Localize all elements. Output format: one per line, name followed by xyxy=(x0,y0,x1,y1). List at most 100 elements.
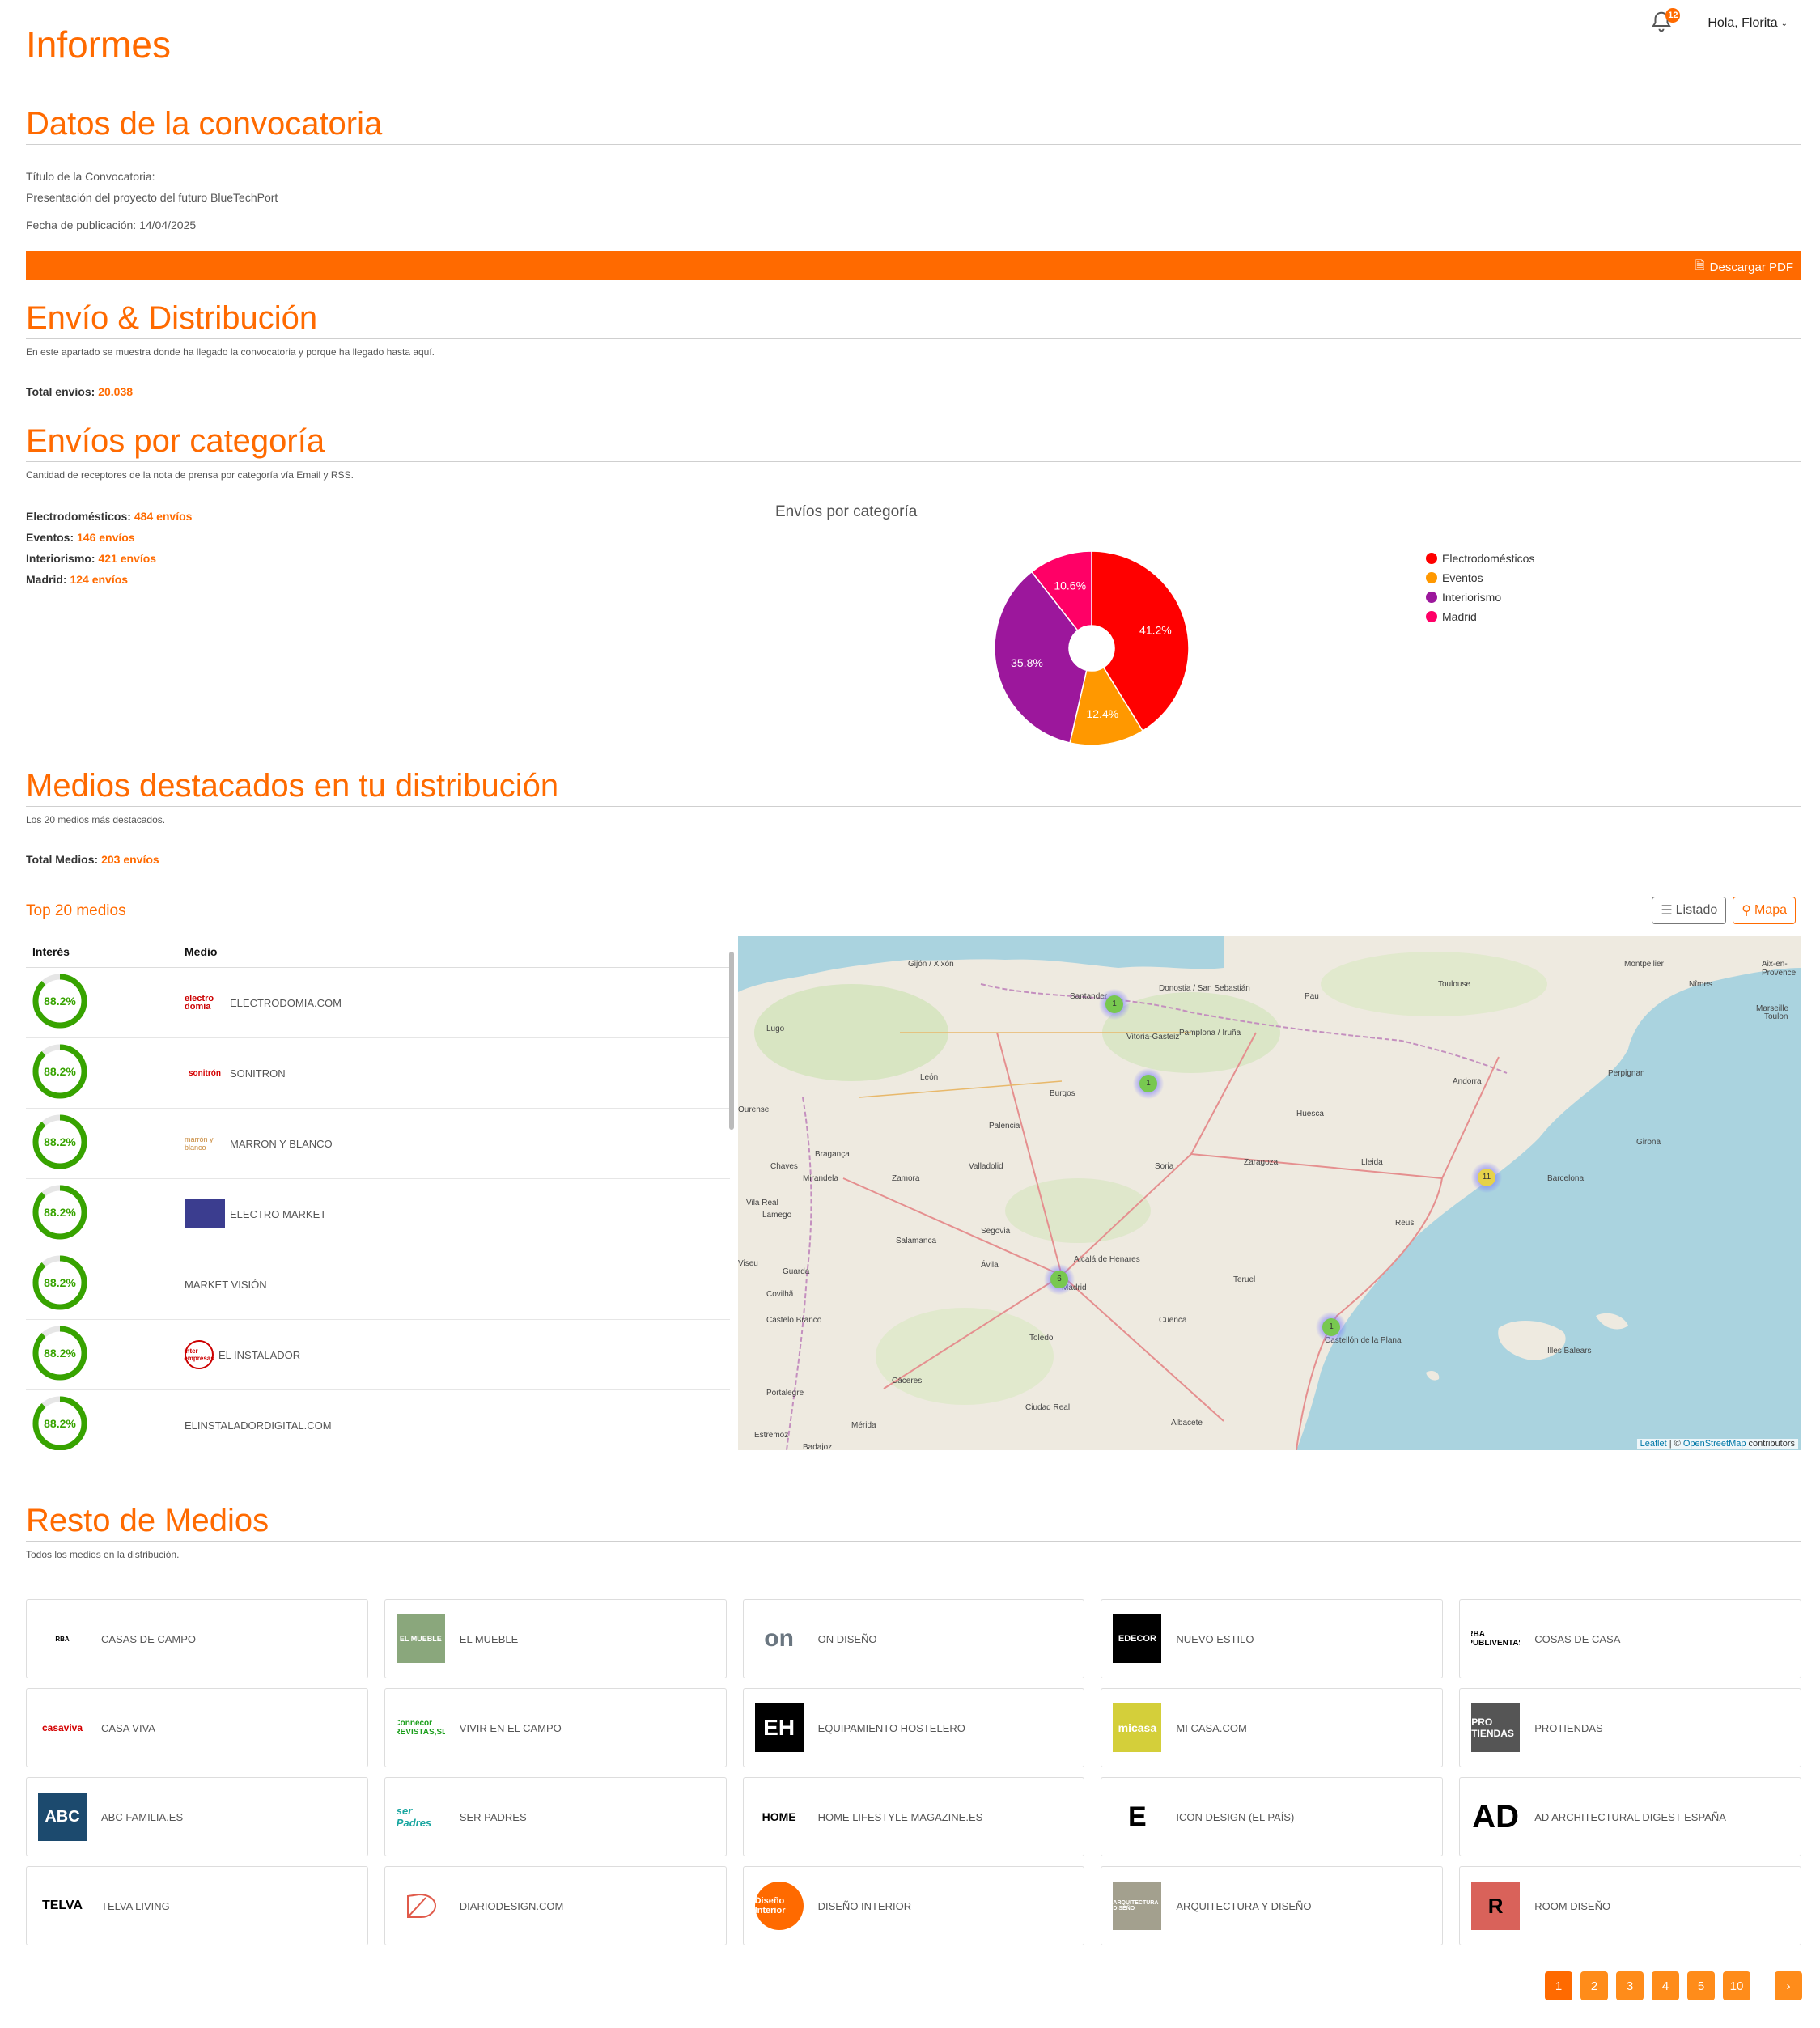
page-button[interactable]: 5 xyxy=(1687,1971,1715,2000)
media-card[interactable]: ser Padres SER PADRES xyxy=(384,1777,727,1856)
map-city-label: Albacete xyxy=(1171,1419,1203,1428)
map-cluster-marker[interactable]: 1 xyxy=(1316,1312,1347,1343)
map-cluster-marker[interactable]: 6 xyxy=(1044,1264,1075,1295)
media-card[interactable]: casaviva CASA VIVA xyxy=(26,1688,368,1767)
media-card[interactable]: AD AD ARCHITECTURAL DIGEST ESPAÑA xyxy=(1459,1777,1801,1856)
media-card[interactable]: EH EQUIPAMIENTO HOSTELERO xyxy=(742,1688,1085,1767)
media-card[interactable]: ABC ABC FAMILIA.ES xyxy=(26,1777,368,1856)
legend-item[interactable]: Madrid xyxy=(1426,607,1534,626)
page-button[interactable]: 10 xyxy=(1723,1971,1750,2000)
list-view-button[interactable]: ☰ Listado xyxy=(1652,897,1727,924)
leaflet-link[interactable]: Leaflet xyxy=(1640,1439,1667,1449)
media-card[interactable]: Diseño Interior DISEÑO INTERIOR xyxy=(742,1866,1085,1945)
map-cluster-marker[interactable]: 11 xyxy=(1471,1162,1502,1193)
table-row[interactable]: 88.2% ELECTRO MARKET xyxy=(26,1179,730,1249)
table-row[interactable]: 88.2% sonitrón SONITRON xyxy=(26,1038,730,1109)
media-card[interactable]: TELVA TELVA LIVING xyxy=(26,1866,368,1945)
table-scrollbar[interactable] xyxy=(727,940,736,1450)
medio-name[interactable]: EL INSTALADOR xyxy=(218,1349,300,1361)
media-card-name: DIARIODESIGN.COM xyxy=(459,1899,564,1912)
media-card[interactable]: EDECOR NUEVO ESTILO xyxy=(1101,1599,1444,1678)
map-cluster-marker[interactable]: 1 xyxy=(1133,1068,1164,1099)
legend-item[interactable]: Eventos xyxy=(1426,568,1534,588)
legend-item[interactable]: Interiorismo xyxy=(1426,588,1534,607)
media-card-name: MI CASA.COM xyxy=(1176,1721,1247,1734)
list-icon: ☰ xyxy=(1661,904,1673,918)
category-item: Electrodomésticos: 484 envíos xyxy=(26,510,193,523)
media-card[interactable]: micasa MI CASA.COM xyxy=(1101,1688,1444,1767)
media-card[interactable]: E ICON DESIGN (EL PAÍS) xyxy=(1101,1777,1444,1856)
notifications-button[interactable]: 12 xyxy=(1649,8,1681,37)
scrollbar-thumb[interactable] xyxy=(729,952,734,1130)
next-page-button[interactable]: › xyxy=(1775,1971,1802,2000)
media-card[interactable]: RBA CASAS DE CAMPO xyxy=(26,1599,368,1678)
pagination: 1 2 3 4 5 10 › xyxy=(1545,1971,1802,2000)
table-row[interactable]: 88.2% marrón y blanco MARRON Y BLANCO xyxy=(26,1109,730,1179)
page-button[interactable]: 2 xyxy=(1580,1971,1608,2000)
map-city-label: Lleida xyxy=(1361,1158,1383,1167)
section-title-envio: Envío & Distribución xyxy=(26,299,1801,339)
table-row[interactable]: 88.2% inter empresas EL INSTALADOR xyxy=(26,1320,730,1390)
map-city-label: Ávila xyxy=(981,1261,999,1270)
map-cluster-marker[interactable]: 1 xyxy=(1099,989,1130,1020)
interest-cell: 88.2% xyxy=(26,1042,185,1105)
page-button[interactable]: 1 xyxy=(1545,1971,1572,2000)
media-card[interactable]: HOME HOME LIFESTYLE MAGAZINE.ES xyxy=(742,1777,1085,1856)
media-card[interactable]: EL MUEBLE EL MUEBLE xyxy=(384,1599,727,1678)
media-card[interactable]: ARQUITECTURA DISEÑO ARQUITECTURA Y DISEÑO xyxy=(1101,1866,1444,1945)
table-row[interactable]: 88.2% MARKET VISIÓN xyxy=(26,1249,730,1320)
interest-ring: 88.2% xyxy=(32,1044,87,1098)
map-city-label: Ciudad Real xyxy=(1025,1403,1071,1412)
table-row[interactable]: 88.2% ELINSTALADORDIGITAL.COM xyxy=(26,1390,730,1450)
total-medios: Total Medios: 203 envíos xyxy=(26,853,159,866)
media-card[interactable]: R ROOM DISEÑO xyxy=(1459,1866,1801,1945)
media-card[interactable]: Connecor REVISTAS,SL VIVIR EN EL CAMPO xyxy=(384,1688,727,1767)
media-map[interactable]: Gijón / Xixón Santander Donostia / San Seb… xyxy=(738,936,1801,1450)
cluster-count: 1 xyxy=(1139,1075,1157,1092)
medio-name[interactable]: MARRON Y BLANCO xyxy=(230,1138,333,1150)
media-card-logo: TELVA xyxy=(41,1899,83,1912)
map-city-label: Vitoria-Gasteiz xyxy=(1126,1033,1180,1042)
medio-name[interactable]: SONITRON xyxy=(230,1067,286,1080)
medio-cell: marrón y blanco MARRON Y BLANCO xyxy=(185,1129,333,1158)
svg-text:88.2%: 88.2% xyxy=(44,1417,76,1430)
map-city-label: Zamora xyxy=(892,1174,920,1183)
top-medios-table[interactable]: Interés Medio 88.2% electro domia ELECTR… xyxy=(26,936,730,1450)
map-city-label: Teruel xyxy=(1233,1275,1256,1284)
osm-link[interactable]: OpenStreetMap xyxy=(1683,1439,1746,1449)
map-city-label: Valladolid xyxy=(969,1162,1003,1171)
media-card[interactable]: DIARIODESIGN.COM xyxy=(384,1866,727,1945)
page-button[interactable]: 4 xyxy=(1652,1971,1679,2000)
attribution-tail: contributors xyxy=(1746,1439,1795,1449)
media-card-logo: RBA xyxy=(38,1614,87,1663)
media-card-logo: PRO TIENDAS xyxy=(1471,1703,1521,1752)
medio-name[interactable]: ELINSTALADORDIGITAL.COM xyxy=(185,1419,332,1432)
table-row[interactable]: 88.2% electro domia ELECTRODOMIA.COM xyxy=(26,968,730,1038)
interest-ring: 88.2% xyxy=(32,1185,87,1239)
media-card-name: HOME LIFESTYLE MAGAZINE.ES xyxy=(817,1810,983,1823)
file-pdf-icon: 🗎 xyxy=(1695,259,1705,273)
media-card[interactable]: PRO TIENDAS PROTIENDAS xyxy=(1459,1688,1801,1767)
interest-ring: 88.2% xyxy=(32,1114,87,1169)
download-pdf-button[interactable]: 🗎 Descargar PDF xyxy=(1695,257,1793,278)
notification-badge: 12 xyxy=(1665,8,1681,23)
page-button[interactable]: 3 xyxy=(1616,1971,1644,2000)
media-card[interactable]: on ON DISEÑO xyxy=(742,1599,1085,1678)
map-pin-icon: ⚲ xyxy=(1742,904,1751,918)
legend-item[interactable]: Electrodomésticos xyxy=(1426,549,1534,568)
medio-name[interactable]: ELECTRO MARKET xyxy=(230,1208,326,1220)
media-card-name: CASAS DE CAMPO xyxy=(101,1632,197,1645)
user-greeting: Hola, Florita xyxy=(1708,16,1778,30)
media-card-logo: ARQUITECTURA DISEÑO xyxy=(1113,1882,1162,1930)
media-card-name: EL MUEBLE xyxy=(459,1632,519,1645)
cluster-count: 1 xyxy=(1105,995,1123,1013)
categorias-description: Cantidad de receptores de la nota de pre… xyxy=(26,469,354,481)
media-card-name: AD ARCHITECTURAL DIGEST ESPAÑA xyxy=(1534,1810,1726,1823)
map-city-label: Nîmes xyxy=(1689,980,1712,989)
medio-name[interactable]: MARKET VISIÓN xyxy=(185,1279,267,1291)
map-view-button[interactable]: ⚲ Mapa xyxy=(1733,897,1796,924)
medio-name[interactable]: ELECTRODOMIA.COM xyxy=(230,997,342,1009)
user-menu[interactable]: Hola, Florita ⌄ xyxy=(1708,16,1788,31)
map-city-label: Andorra xyxy=(1453,1077,1482,1086)
media-card[interactable]: RBA PUBLIVENTAS COSAS DE CASA xyxy=(1459,1599,1801,1678)
